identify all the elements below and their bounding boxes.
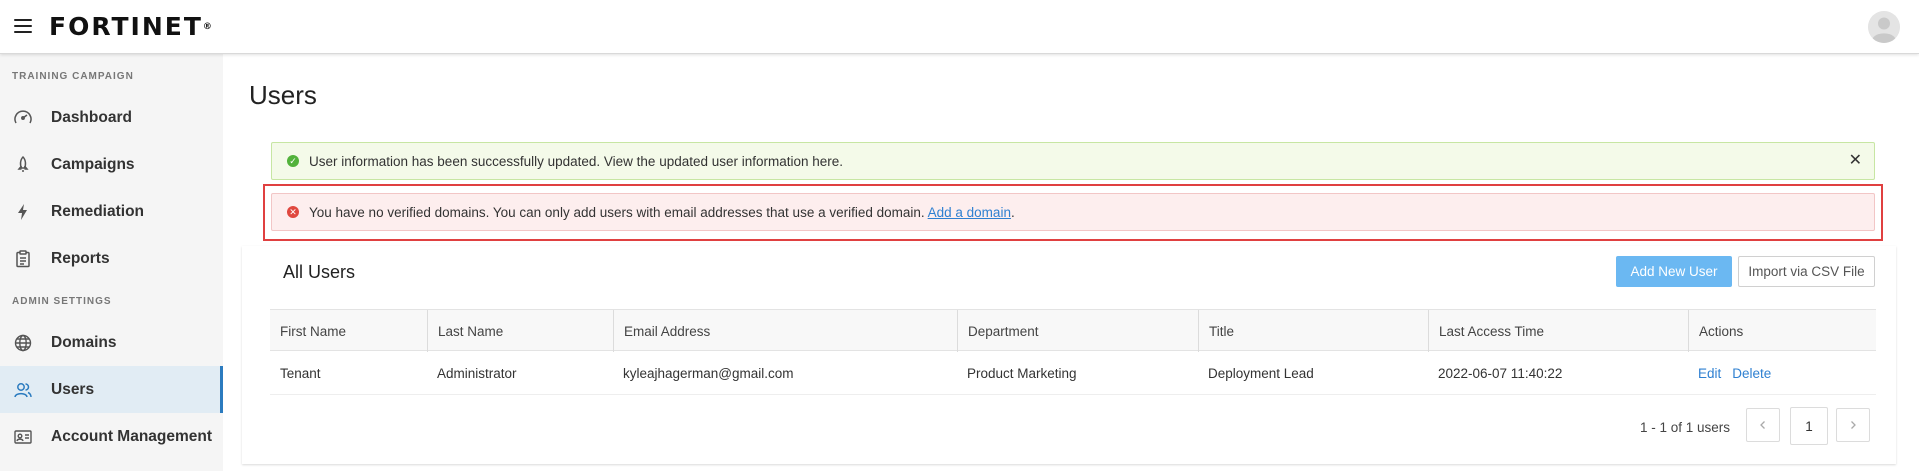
fortinet-logo[interactable]: FORTINET® <box>49 14 212 40</box>
chevron-left-icon <box>1760 421 1765 429</box>
sidebar-item-label: Dashboard <box>51 108 132 126</box>
column-header-department[interactable]: Department <box>957 310 1198 352</box>
next-page-button[interactable] <box>1836 408 1870 442</box>
success-alert-text: User information has been successfully u… <box>309 153 844 169</box>
add-new-user-button[interactable]: Add New User <box>1616 256 1732 287</box>
user-avatar-icon[interactable] <box>1868 11 1900 43</box>
sidebar-item-reports[interactable]: Reports <box>0 235 223 282</box>
error-alert-tail: . <box>1010 204 1015 220</box>
prev-page-button[interactable] <box>1746 408 1780 442</box>
column-header-actions: Actions <box>1688 310 1876 352</box>
delete-link[interactable]: Delete <box>1732 366 1771 381</box>
cell-actions: Edit Delete <box>1688 351 1771 395</box>
edit-link[interactable]: Edit <box>1698 366 1721 381</box>
cell-email: kyleajhagerman@gmail.com <box>623 365 794 381</box>
check-circle-icon: ✓ <box>287 155 299 167</box>
error-alert-message: You have no verified domains. You can on… <box>309 205 1015 220</box>
users-icon <box>13 380 33 400</box>
sidebar-item-users[interactable]: Users <box>0 366 223 413</box>
sidebar-item-label: Account Management <box>51 427 213 445</box>
card-title: All Users <box>283 262 356 282</box>
cell-title: Deployment Lead <box>1208 365 1314 381</box>
page-title: Users <box>249 80 317 110</box>
cell-first-name: Tenant <box>280 365 321 381</box>
sidebar-item-label: Reports <box>51 249 110 267</box>
column-header-first-name[interactable]: First Name <box>270 310 426 352</box>
sidebar-item-account-management[interactable]: Account Management <box>0 413 223 460</box>
clipboard-icon <box>13 249 33 269</box>
lightning-bolt-icon <box>13 202 33 222</box>
sidebar-item-domains[interactable]: Domains <box>0 319 223 366</box>
column-header-last-name[interactable]: Last Name <box>427 310 613 352</box>
sidebar-item-dashboard[interactable]: Dashboard <box>0 94 223 141</box>
top-bar: FORTINET® <box>0 0 1919 54</box>
page-number-button[interactable]: 1 <box>1790 407 1828 445</box>
cell-last-access-time: 2022-06-07 11:40:22 <box>1438 365 1563 381</box>
sidebar-item-campaigns[interactable]: Campaigns <box>0 141 223 188</box>
sidebar-section-training-campaign: TRAINING CAMPAIGN <box>12 71 134 82</box>
id-card-icon <box>13 427 33 447</box>
error-circle-icon: ✕ <box>287 206 299 218</box>
sidebar-item-label: Domains <box>51 333 117 351</box>
chevron-right-icon <box>1851 421 1856 429</box>
sidebar-item-label: Users <box>51 380 95 398</box>
logo-registered-mark: ® <box>202 22 212 32</box>
sidebar-item-label: Remediation <box>51 202 145 220</box>
hamburger-menu-icon[interactable] <box>14 19 32 33</box>
column-header-last-access-time[interactable]: Last Access Time <box>1428 310 1688 352</box>
logo-text: FORTINET <box>49 12 203 41</box>
add-domain-link[interactable]: Add a domain <box>928 205 1011 220</box>
pagination-summary: 1 - 1 of 1 users <box>1640 420 1731 435</box>
sidebar-section-admin-settings: ADMIN SETTINGS <box>12 296 112 307</box>
sidebar-item-remediation[interactable]: Remediation <box>0 188 223 235</box>
cell-last-name: Administrator <box>437 365 517 381</box>
rocket-icon <box>13 155 33 175</box>
error-alert: ✕ You have no verified domains. You can … <box>271 193 1875 231</box>
column-header-email[interactable]: Email Address <box>613 310 957 352</box>
table-row: Tenant Administrator kyleajhagerman@gmai… <box>270 351 1876 395</box>
close-icon[interactable]: ✕ <box>1849 153 1862 169</box>
column-header-title[interactable]: Title <box>1198 310 1428 352</box>
success-alert: ✓ User information has been successfully… <box>271 142 1875 180</box>
speedometer-icon <box>13 108 33 128</box>
cell-department: Product Marketing <box>967 365 1077 381</box>
table-header: First Name Last Name Email Address Depar… <box>270 309 1876 352</box>
import-csv-button[interactable]: Import via CSV File <box>1738 256 1875 287</box>
sidebar: TRAINING CAMPAIGN Dashboard Campaigns Re… <box>0 54 223 471</box>
sidebar-item-label: Campaigns <box>51 155 135 173</box>
error-alert-text: You have no verified domains. You can on… <box>309 204 928 220</box>
globe-icon <box>13 333 33 353</box>
